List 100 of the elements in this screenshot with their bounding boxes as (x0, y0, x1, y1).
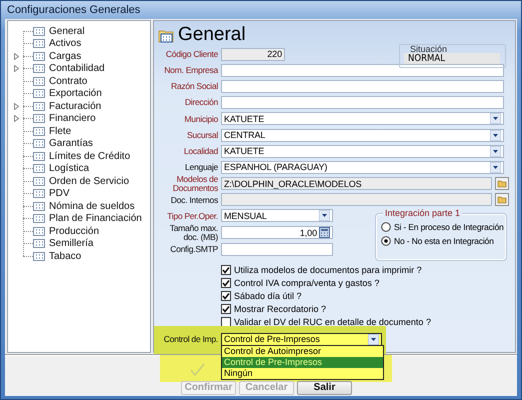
input-field[interactable] (221, 96, 504, 110)
tree-item[interactable]: Nómina de sueldos (49, 200, 135, 212)
dropdown[interactable]: KATUETE (221, 144, 504, 158)
dropdown-option[interactable]: Control de Autoimpresor (222, 346, 383, 358)
table-icon (33, 114, 45, 124)
input-field[interactable] (221, 242, 333, 256)
input-field[interactable] (221, 80, 504, 93)
table-icon (33, 176, 45, 186)
checkbox[interactable] (221, 304, 231, 314)
field-label: Dirección (184, 98, 218, 107)
tree-item[interactable]: Semillería (49, 238, 94, 250)
section-title: General (178, 24, 246, 46)
window-title: Configuraciones Generales (7, 4, 140, 16)
calculator-icon[interactable] (319, 227, 330, 238)
table-icon (158, 28, 174, 42)
table-icon (33, 189, 45, 198)
expand-icon[interactable] (14, 52, 18, 60)
expand-icon[interactable] (14, 65, 18, 72)
action-button[interactable]: Salir (297, 381, 352, 395)
status-value: NORMAL (404, 53, 500, 64)
table-icon (33, 52, 45, 61)
tree-item[interactable]: Exportación (49, 88, 102, 100)
tree-item[interactable]: Producción (49, 226, 100, 237)
dropdown-arrow-icon[interactable] (490, 113, 501, 124)
radio-button[interactable] (381, 222, 391, 232)
tree-item[interactable]: Contrato (49, 76, 88, 87)
dropdown[interactable]: MENSUAL (221, 209, 333, 222)
checkbox[interactable] (221, 290, 231, 301)
field-label: Config.SMTP (169, 244, 218, 254)
group-label: Situación (410, 44, 448, 54)
radio-label: Si - En proceso de Integración (394, 222, 504, 232)
tree-item[interactable]: Activos (49, 38, 82, 50)
table-icon (33, 226, 45, 236)
dropdown-arrow-icon[interactable] (490, 130, 501, 141)
radio-button[interactable] (381, 236, 391, 246)
table-icon (33, 152, 45, 161)
tree-item[interactable]: Plan de Financiación (49, 213, 142, 224)
checkmark-icon (190, 362, 205, 377)
checkbox[interactable] (221, 278, 231, 288)
table-icon (33, 64, 45, 74)
dropdown-option[interactable]: Ningún (222, 368, 383, 380)
field-label: Código Cliente (164, 50, 218, 58)
tree-item[interactable]: Flete (49, 126, 72, 137)
dropdown[interactable]: KATUETE (221, 112, 504, 126)
field-label: Tamaño max. doc. (MB) (168, 224, 218, 242)
checkbox[interactable] (221, 316, 231, 327)
input-field[interactable] (221, 64, 504, 77)
table-icon (33, 126, 45, 136)
dropdown-arrow-icon[interactable] (368, 334, 379, 345)
table-icon (33, 89, 45, 98)
tree-item[interactable]: Garantías (49, 138, 93, 150)
tree-item[interactable]: Límites de Crédito (49, 150, 130, 162)
table-icon (33, 139, 45, 148)
tree-item[interactable]: PDV (49, 188, 70, 200)
checkbox-label: Utiliza modelos de documentos para imprimir ? (234, 264, 422, 275)
dropdown-option[interactable]: Control de Pre-Impresos (222, 357, 383, 368)
dropdown[interactable]: Control de Pre-Impresos (221, 332, 382, 346)
field-label: Nom. Empresa (163, 66, 218, 75)
field-label: Lenguaje (184, 163, 218, 172)
table-icon (33, 164, 45, 174)
checkbox-label: Control IVA compra/venta y gastos ? (234, 278, 380, 288)
dropdown-arrow-icon[interactable] (490, 146, 501, 157)
table-icon (33, 202, 45, 211)
table-icon (33, 76, 45, 86)
tree-item[interactable]: Contabilidad (49, 63, 105, 74)
tree-item[interactable]: General (49, 26, 85, 37)
tree-item[interactable]: Logística (49, 163, 90, 174)
field-label: Razón Social (170, 82, 218, 91)
tree-item[interactable]: Cargas (49, 50, 82, 62)
field-label: Tipo Per.Oper. (166, 212, 218, 220)
dropdown[interactable]: ESPANHOL (PARAGUAY) (221, 160, 504, 174)
table-icon (33, 39, 45, 48)
dropdown-arrow-icon[interactable] (319, 210, 330, 222)
group-label: Integración parte 1 (383, 208, 462, 218)
field-label: Control de Imp. (162, 335, 218, 344)
dropdown[interactable]: CENTRAL (221, 128, 504, 142)
table-icon (33, 102, 45, 111)
input-field[interactable]: 1,00 (221, 226, 333, 240)
field-label: Modelos de Documentos (172, 175, 218, 192)
folder-icon[interactable] (495, 193, 509, 206)
field-label: Doc. Internos (170, 196, 218, 204)
checkbox-label: Sábado día útil ? (234, 290, 302, 301)
table-icon (33, 214, 45, 224)
checkbox[interactable] (221, 264, 231, 275)
field-label: Localidad (182, 146, 218, 156)
radio-label: No - No esta en Integración (394, 236, 494, 246)
field-label: Sucursal (186, 130, 218, 140)
checkbox-label: Mostrar Recordatorio ? (234, 304, 326, 314)
expand-icon[interactable] (14, 102, 18, 110)
expand-icon[interactable] (14, 115, 18, 122)
tree-item[interactable]: Financiero (49, 113, 96, 124)
table-icon (33, 252, 45, 261)
dropdown-arrow-icon[interactable] (490, 162, 501, 173)
tree-item[interactable]: Orden de Servicio (49, 176, 130, 187)
field-label: Municipio (183, 114, 218, 124)
tree-item[interactable]: Facturación (49, 100, 102, 112)
table-icon (33, 26, 45, 36)
checkbox-label: Validar el DV del RUC en detalle de documento ? (234, 316, 431, 327)
table-icon (33, 239, 45, 248)
tree-item[interactable]: Tabaco (49, 250, 82, 262)
